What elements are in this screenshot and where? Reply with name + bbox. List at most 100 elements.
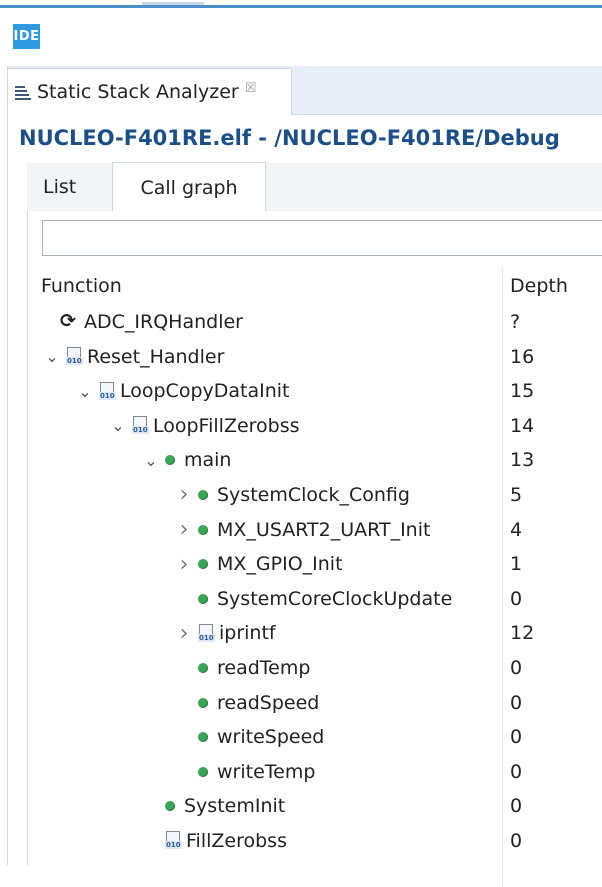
function-name: MX_USART2_UART_Init <box>217 518 431 541</box>
stack-depth-value: 0 <box>510 656 523 679</box>
expand-chevron-down-icon[interactable]: ⌄ <box>75 382 95 401</box>
function-name: FillZerobss <box>186 829 287 852</box>
tree-row[interactable]: ⌄ 010 LoopCopyDataInit 15 <box>28 374 602 409</box>
tree-row[interactable]: › MX_USART2_UART_Init 4 <box>28 513 602 548</box>
tree-cell-function: › MX_GPIO_Init <box>174 547 343 581</box>
binary-icon: 010 <box>198 623 215 643</box>
stack-depth-value: 0 <box>510 726 523 749</box>
stack-depth-value: 4 <box>510 518 523 541</box>
tree-cell-function: writeSpeed <box>174 720 324 754</box>
function-icon <box>198 524 208 535</box>
stack-depth-value: 16 <box>510 345 535 368</box>
stack-depth-value: 12 <box>510 622 535 645</box>
function-icon <box>165 801 175 812</box>
function-name: LoopCopyDataInit <box>120 380 290 403</box>
function-name: Reset_Handler <box>87 345 225 368</box>
expand-chevron-right-icon[interactable]: › <box>174 621 194 646</box>
binary-icon: 010 <box>99 381 116 401</box>
tree-row[interactable]: SystemInit 0 <box>28 789 602 824</box>
window-top-border <box>0 0 602 10</box>
binary-icon: 010 <box>66 347 83 366</box>
function-name: readTemp <box>217 656 311 679</box>
call-graph-tree: Function Depth ⟳ ADC_IRQHandler? ⌄ 010 Reset… <box>28 267 602 887</box>
stack-depth-value: 0 <box>510 691 523 714</box>
stack-depth-value: 0 <box>510 829 523 852</box>
column-header-depth[interactable]: Depth <box>510 267 568 305</box>
tree-row[interactable]: › 010 iprintf 12 <box>28 616 602 651</box>
function-name: readSpeed <box>217 691 320 714</box>
static-stack-analyzer-view: Static Stack Analyzer ☒ NUCLEO-F401RE.el… <box>7 66 602 887</box>
tree-header: Function Depth <box>28 267 602 305</box>
tree-row[interactable]: SystemCoreClockUpdate 0 <box>28 582 602 617</box>
tree-row[interactable]: ⌄ main 13 <box>28 443 602 478</box>
tree-cell-function: ⌄ 010 LoopFillZerobss <box>108 409 300 443</box>
stack-depth-value: 1 <box>510 553 523 576</box>
tree-row[interactable]: ⌄ 010 LoopFillZerobss 14 <box>28 409 602 444</box>
expand-chevron-right-icon[interactable]: › <box>174 517 194 542</box>
expand-chevron-right-icon[interactable]: › <box>174 552 194 577</box>
function-name: writeTemp <box>217 760 316 783</box>
tree-cell-function: ⌄ 010 LoopCopyDataInit <box>75 374 290 408</box>
tree-row[interactable]: writeSpeed 0 <box>28 720 602 755</box>
tree-cell-function: ⌄ 010 Reset_Handler <box>42 340 224 374</box>
tree-row[interactable]: readSpeed 0 <box>28 686 602 721</box>
ide-logo: IDE <box>13 24 40 49</box>
stack-depth-value: 13 <box>510 449 535 472</box>
tree-row[interactable]: › MX_GPIO_Init 1 <box>28 547 602 582</box>
function-icon <box>165 455 175 466</box>
function-icon <box>198 697 208 708</box>
tree-row[interactable]: ⟳ ADC_IRQHandler? <box>28 305 602 340</box>
tree-row[interactable]: › SystemClock_Config 5 <box>28 478 602 513</box>
function-name: MX_GPIO_Init <box>217 553 343 576</box>
function-name: ADC_IRQHandler <box>84 311 243 333</box>
tree-cell-function: writeTemp <box>174 755 315 789</box>
tree-cell-function: ⟳ ADC_IRQHandler <box>60 305 243 339</box>
tab-list[interactable]: List <box>43 163 76 211</box>
tree-row[interactable]: readTemp 0 <box>28 651 602 686</box>
stack-depth-value: 15 <box>510 380 535 403</box>
expand-chevron-down-icon[interactable]: ⌄ <box>141 451 161 470</box>
view-tab-static-stack-analyzer[interactable]: Static Stack Analyzer ☒ <box>8 68 292 115</box>
function-icon <box>198 593 208 604</box>
stack-depth-value: ? <box>510 311 521 333</box>
tree-cell-function: ⌄ main <box>141 443 231 477</box>
tree-cell-function: SystemInit <box>141 789 285 823</box>
function-name: SystemClock_Config <box>217 483 410 506</box>
function-icon <box>198 732 208 743</box>
tree-cell-function: 010 FillZerobss <box>141 824 287 858</box>
tree-cell-function: › SystemClock_Config <box>174 478 410 512</box>
tree-row[interactable]: writeTemp 0 <box>28 755 602 790</box>
function-icon <box>198 489 208 500</box>
stack-depth-value: 0 <box>510 587 523 610</box>
function-name: iprintf <box>219 622 276 645</box>
expand-chevron-right-icon[interactable]: › <box>174 482 194 507</box>
tree-row[interactable]: ⌄ 010 Reset_Handler 16 <box>28 340 602 375</box>
binary-icon: 010 <box>165 831 182 850</box>
result-tabs: List Call graph <box>27 162 602 212</box>
analysis-title: NUCLEO-F401RE.elf - /NUCLEO-F401RE/Debug <box>19 126 560 150</box>
function-name: writeSpeed <box>217 726 325 749</box>
tree-cell-function: readSpeed <box>174 686 319 720</box>
cycle-icon: ⟳ <box>60 310 76 332</box>
function-name: main <box>184 449 232 472</box>
tree-cell-function: readTemp <box>174 651 310 685</box>
function-name: LoopFillZerobss <box>153 414 300 437</box>
expand-chevron-down-icon[interactable]: ⌄ <box>42 347 62 366</box>
tree-row[interactable]: 010 FillZerobss 0 <box>28 824 602 859</box>
filter-input[interactable] <box>42 220 602 256</box>
function-name: SystemInit <box>184 795 286 818</box>
stack-depth-value: 5 <box>510 483 523 506</box>
call-graph-panel: Function Depth ⟳ ADC_IRQHandler? ⌄ 010 Reset… <box>27 211 602 887</box>
tab-call-graph[interactable]: Call graph <box>112 162 266 212</box>
view-tab-bar: Static Stack Analyzer ☒ <box>8 66 602 115</box>
tree-cell-function: › 010 iprintf <box>174 616 276 650</box>
tree-cell-function: › MX_USART2_UART_Init <box>174 513 431 547</box>
stack-depth-value: 0 <box>510 760 523 783</box>
stack-depth-value: 0 <box>510 795 523 818</box>
expand-chevron-down-icon[interactable]: ⌄ <box>108 416 128 435</box>
function-icon <box>198 559 208 570</box>
close-view-icon[interactable]: ☒ <box>245 81 257 96</box>
tree-rows: ⟳ ADC_IRQHandler? ⌄ 010 Reset_Handler 16 ⌄ 010 L… <box>28 305 602 859</box>
column-header-function[interactable]: Function <box>41 267 122 305</box>
tree-cell-function: SystemCoreClockUpdate <box>174 582 452 616</box>
